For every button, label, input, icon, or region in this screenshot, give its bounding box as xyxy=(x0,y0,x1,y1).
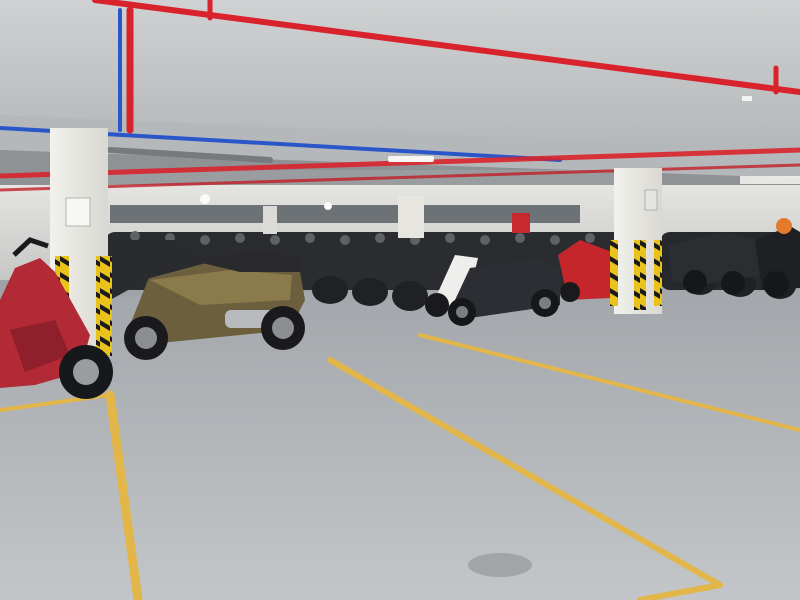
fire-cabinet xyxy=(512,213,530,233)
far-pillar xyxy=(263,206,277,234)
parking-garage-scene xyxy=(0,0,800,600)
garage-photo xyxy=(0,0,800,600)
far-pillar xyxy=(398,196,424,238)
back-wall-openings xyxy=(110,205,580,223)
floor-stain xyxy=(468,553,532,577)
right-pillar xyxy=(610,168,662,314)
